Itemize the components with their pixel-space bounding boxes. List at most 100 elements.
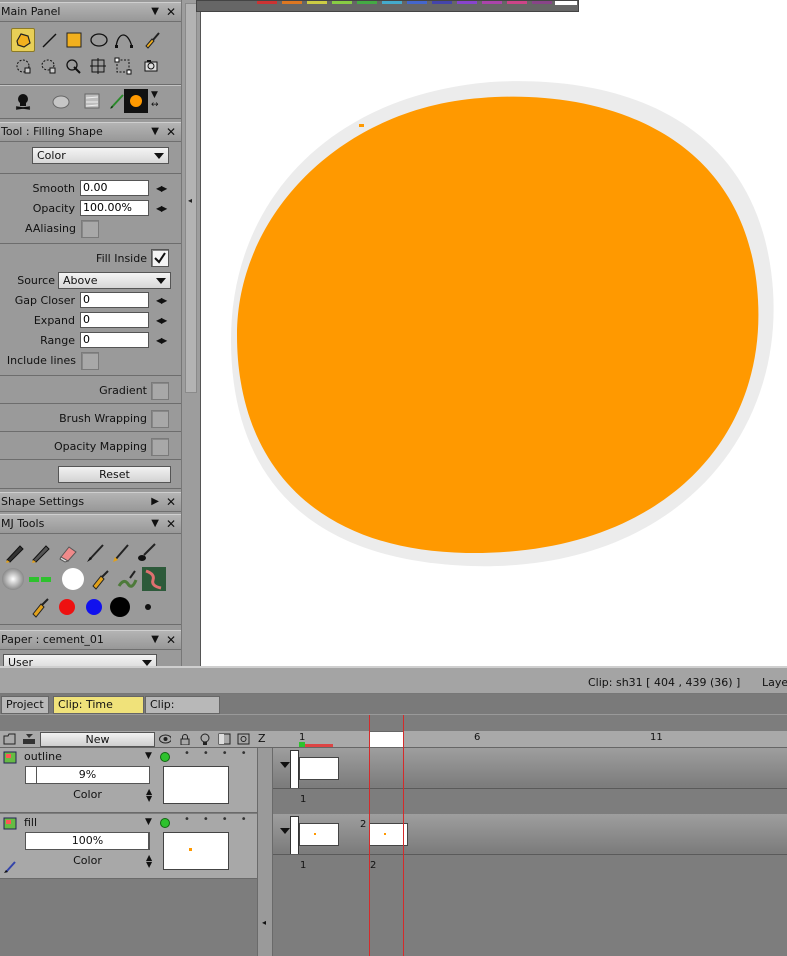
curve-tool-button[interactable] xyxy=(112,28,136,52)
stepper-arrows-icon[interactable]: ▲ ▼ xyxy=(146,788,152,803)
fill-mode-select[interactable]: Color xyxy=(32,147,169,164)
layer-opacity-slider[interactable]: 9% xyxy=(25,766,150,784)
oval-brush-button[interactable] xyxy=(49,89,73,113)
panel-menu-arrow-icon[interactable]: ▼ xyxy=(151,631,159,649)
opacity-stepper-icon[interactable]: ◀▶ xyxy=(156,204,167,213)
layer-name[interactable]: outline xyxy=(24,750,62,763)
keyframe-start[interactable] xyxy=(290,816,299,856)
panel-menu-arrow-icon[interactable]: ▼ xyxy=(151,3,159,21)
lock-icon[interactable] xyxy=(179,733,192,745)
source-select[interactable]: Above xyxy=(58,272,171,289)
rectangle-tool-button[interactable] xyxy=(62,28,86,52)
range-stepper-icon[interactable]: ◀▶ xyxy=(156,336,167,345)
track-expand-icon[interactable] xyxy=(280,762,290,768)
brush-tool-button[interactable] xyxy=(139,28,163,52)
shape-settings-titlebar[interactable]: Shape Settings ▶ ✕ xyxy=(0,492,181,512)
frame-icon[interactable] xyxy=(218,733,231,745)
layer-blend-mode[interactable]: Color xyxy=(25,788,150,802)
keyframe-start[interactable] xyxy=(290,750,299,790)
mj-dash-brush-button[interactable] xyxy=(28,567,52,591)
mj-brush-button[interactable] xyxy=(83,540,107,564)
folder-icon[interactable] xyxy=(3,733,16,745)
gap-closer-input[interactable]: 0 xyxy=(80,292,149,308)
frame-ruler[interactable]: 1 6 11 xyxy=(273,731,787,748)
paper-panel-titlebar[interactable]: Paper : cement_01 ▼ ✕ xyxy=(0,630,181,650)
mj-worm-brush-button[interactable] xyxy=(142,567,166,591)
layer-blend-mode[interactable]: Color xyxy=(25,854,150,868)
expand-stepper-icon[interactable]: ◀▶ xyxy=(156,316,167,325)
camera-tool-button[interactable] xyxy=(139,54,163,78)
expand-arrow-icon[interactable]: ▶ xyxy=(151,493,159,511)
cel-frame-1[interactable] xyxy=(299,823,339,846)
include-lines-checkbox[interactable] xyxy=(81,352,99,370)
select-tool-button[interactable] xyxy=(11,54,35,78)
mj-tools-titlebar[interactable]: MJ Tools ▼ ✕ xyxy=(0,514,181,534)
layer-fill[interactable]: fill ▼ ••••• 100% Color ▲ ▼ xyxy=(0,814,266,879)
close-icon[interactable]: ✕ xyxy=(166,515,176,533)
mj-soft-brush-button[interactable] xyxy=(1,567,25,591)
gap-closer-stepper-icon[interactable]: ◀▶ xyxy=(156,296,167,305)
splitter-grip-icon[interactable]: ◂ xyxy=(188,196,192,205)
mj-pen-button[interactable] xyxy=(109,540,133,564)
color-palette-strip[interactable] xyxy=(196,0,579,12)
smooth-stepper-icon[interactable]: ◀▶ xyxy=(156,184,167,193)
crop-tool-button[interactable] xyxy=(111,54,135,78)
playhead-start-marker[interactable] xyxy=(299,742,305,747)
mj-black-color-button[interactable] xyxy=(108,595,132,619)
brush-wrapping-checkbox[interactable] xyxy=(151,410,169,428)
transform-tool-button[interactable] xyxy=(86,54,110,78)
fill-inside-checkbox[interactable] xyxy=(151,249,169,267)
skull-tool-button[interactable] xyxy=(11,89,35,113)
swatch-menu-arrow-icon[interactable]: ▼ ↔ xyxy=(151,90,158,110)
ellipse-tool-button[interactable] xyxy=(87,28,111,52)
new-layer-button[interactable]: New xyxy=(40,732,155,747)
range-input[interactable]: 0 xyxy=(80,332,149,348)
main-panel-titlebar[interactable]: Main Panel ▼ ✕ xyxy=(0,2,181,22)
opacity-input[interactable]: 100.00% xyxy=(80,200,149,216)
mj-white-brush-button[interactable] xyxy=(61,567,85,591)
eye-icon[interactable] xyxy=(158,733,171,745)
paper-select[interactable]: User xyxy=(3,654,157,666)
opacity-mapping-checkbox[interactable] xyxy=(151,438,169,456)
track-fill[interactable]: 2 1 2 xyxy=(273,814,787,879)
texture-button[interactable] xyxy=(80,89,104,113)
current-frame-indicator[interactable] xyxy=(369,731,404,748)
lasso-tool-button[interactable] xyxy=(36,54,60,78)
layer-visible-toggle[interactable] xyxy=(160,818,170,828)
mj-fill-tool-button[interactable] xyxy=(28,595,52,619)
fill-shape-tool-button[interactable] xyxy=(11,28,35,52)
mj-small-black-button[interactable] xyxy=(136,595,160,619)
line-tool-button[interactable] xyxy=(37,28,61,52)
target-icon[interactable] xyxy=(237,733,250,745)
gradient-checkbox[interactable] xyxy=(151,382,169,400)
mj-pencil-dark-button[interactable] xyxy=(3,540,27,564)
drawing-canvas[interactable] xyxy=(200,0,787,666)
layer-visible-toggle[interactable] xyxy=(160,752,170,762)
track-outline[interactable]: 1 xyxy=(273,748,787,813)
mj-pencil-button[interactable] xyxy=(29,540,53,564)
inbox-icon[interactable] xyxy=(22,733,35,745)
layer-menu-arrow-icon[interactable]: ▼ xyxy=(145,751,152,761)
layer-outline[interactable]: outline ▼ ••••• 9% Color ▲ ▼ xyxy=(0,748,266,813)
layer-name[interactable]: fill xyxy=(24,816,37,829)
mj-bucket-button[interactable] xyxy=(88,567,112,591)
splitter-grip-icon[interactable]: ◂ xyxy=(262,918,266,927)
panel-menu-arrow-icon[interactable]: ▼ xyxy=(151,515,159,533)
aaliasing-checkbox[interactable] xyxy=(81,220,99,238)
lightbulb-icon[interactable] xyxy=(199,733,212,745)
close-icon[interactable]: ✕ xyxy=(166,123,176,141)
mj-eraser-button[interactable] xyxy=(56,540,80,564)
stepper-arrows-icon[interactable]: ▲ ▼ xyxy=(146,854,152,869)
close-icon[interactable]: ✕ xyxy=(166,631,176,649)
mj-smudge-button[interactable] xyxy=(115,567,139,591)
tab-clip-time-line[interactable]: Clip: Time Line xyxy=(53,696,144,727)
reset-button[interactable]: Reset xyxy=(58,466,171,483)
magic-tool-button[interactable] xyxy=(61,54,85,78)
close-icon[interactable]: ✕ xyxy=(166,493,176,511)
mj-red-color-button[interactable] xyxy=(55,595,79,619)
tool-panel-titlebar[interactable]: Tool : Filling Shape ▼ ✕ xyxy=(0,122,181,142)
close-icon[interactable]: ✕ xyxy=(166,3,176,21)
expand-input[interactable]: 0 xyxy=(80,312,149,328)
smooth-input[interactable]: 0.00 xyxy=(80,180,149,196)
mj-ink-brush-button[interactable] xyxy=(135,540,159,564)
